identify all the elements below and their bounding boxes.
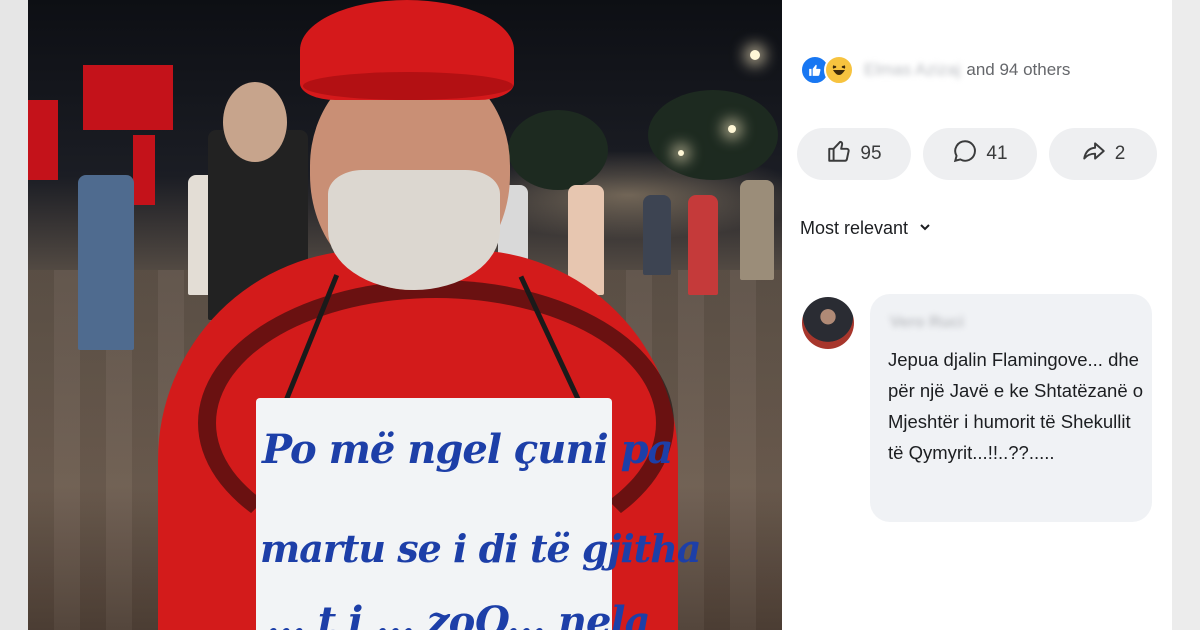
post-photo[interactable]: Po më ngel çuni pa martu se i di të gjit… (28, 0, 786, 630)
thumbs-up-icon (826, 138, 852, 170)
chevron-down-icon (918, 218, 932, 239)
tree (508, 110, 608, 190)
sort-label: Most relevant (800, 218, 909, 238)
street-lamp (678, 150, 684, 156)
reactions-others[interactable]: and 94 others (966, 60, 1070, 80)
street-lamp (728, 125, 736, 133)
comment-author[interactable]: Vero Ruci (890, 314, 964, 332)
reactions-summary[interactable]: Elmas Azizaj and 94 others (800, 55, 1070, 85)
comments-panel: Elmas Azizaj and 94 others 95 41 2 Most … (782, 0, 1172, 630)
crowd-person (688, 195, 718, 295)
street-lamp (750, 50, 760, 60)
tree (648, 90, 778, 180)
comment-icon (952, 138, 978, 170)
albanian-flag (28, 100, 58, 180)
share-count: 2 (1114, 143, 1126, 164)
reactor-name[interactable]: Elmas Azizaj (864, 60, 960, 80)
share-icon (1081, 138, 1107, 170)
right-margin (1172, 0, 1200, 630)
avatar[interactable] (802, 297, 854, 349)
comment-count: 41 (986, 143, 1008, 164)
haha-icon (824, 55, 854, 85)
sign-line-3: ... t i ... zoQ... nela (266, 598, 651, 630)
man-beard (328, 170, 500, 290)
comment-text: Jepua djalin Flamingove... dhe për një J… (888, 349, 1144, 463)
comment-sort-dropdown[interactable]: Most relevant (800, 218, 932, 239)
sign-line-2: martu se i di të gjitha (260, 526, 701, 571)
share-button[interactable]: 2 (1049, 128, 1157, 180)
comment-button[interactable]: 41 (923, 128, 1037, 180)
red-cap-brim (303, 72, 513, 100)
albanian-flag (83, 65, 173, 130)
sign-line-1: Po më ngel çuni pa (262, 426, 673, 473)
like-count: 95 (860, 143, 882, 164)
albanian-flag (133, 135, 155, 205)
crowd-person (643, 195, 671, 275)
crowd-person (740, 180, 774, 280)
crowd-person (78, 175, 134, 350)
protest-sign: Po më ngel çuni pa martu se i di të gjit… (256, 398, 701, 630)
comment-bubble: Vero Ruci Jepua djalin Flamingove... dhe… (870, 294, 1152, 522)
left-margin (0, 0, 28, 630)
crowd-person-head (223, 82, 287, 162)
like-button[interactable]: 95 (797, 128, 911, 180)
